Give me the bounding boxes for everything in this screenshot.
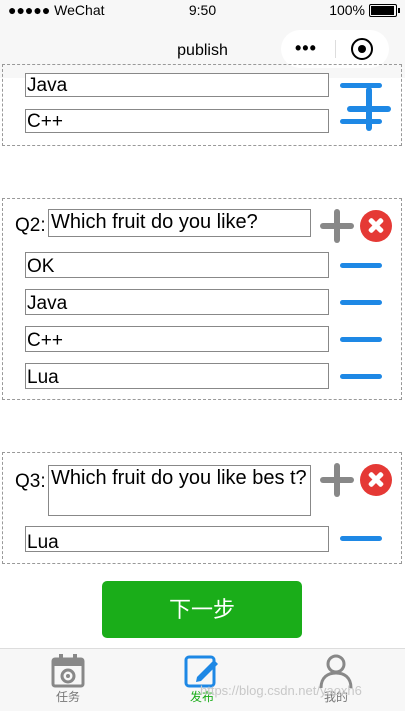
calendar-gear-icon (51, 654, 85, 688)
add-option-icon[interactable] (320, 463, 354, 497)
delete-question-icon[interactable] (360, 210, 392, 242)
question-card-2: Q2: Which fruit do you like? OK Java C++… (2, 198, 402, 400)
question-number: Q2: (15, 215, 46, 236)
option-input[interactable]: C++ (25, 109, 329, 133)
option-input[interactable]: OK (25, 252, 329, 278)
remove-option-icon[interactable] (340, 300, 382, 305)
question-number: Q3: (15, 471, 46, 492)
mini-program-capsule: ••• (281, 30, 389, 68)
add-option-icon[interactable] (320, 209, 354, 243)
battery-icon (369, 4, 400, 17)
remove-option-icon[interactable] (340, 374, 382, 379)
battery-percent: 100% (329, 2, 365, 18)
remove-option-icon[interactable] (340, 536, 382, 541)
watermark: https://blog.csdn.net/yaoxh6 (200, 683, 362, 698)
add-question-icon[interactable] (347, 87, 391, 131)
delete-question-icon[interactable] (360, 464, 392, 496)
capsule-divider (335, 40, 336, 58)
question-input[interactable]: Which fruit do you like? (48, 209, 311, 237)
option-input[interactable]: C++ (25, 326, 329, 352)
question-card-1: Java C++ (2, 64, 402, 146)
more-menu-icon[interactable]: ••• (295, 38, 317, 59)
remove-option-icon[interactable] (340, 337, 382, 342)
option-input[interactable]: Lua (25, 363, 329, 389)
tab-label: 任务 (55, 690, 80, 704)
close-mini-program-icon[interactable] (351, 38, 373, 60)
tab-bar: 任务 发布 我的 (0, 648, 405, 711)
option-input[interactable]: Lua (25, 526, 329, 552)
option-input[interactable]: Java (25, 73, 329, 97)
question-card-3: Q3: Which fruit do you like bes t? Lua (2, 452, 402, 564)
status-bar: ●●●●● WeChat 9:50 100% (0, 0, 405, 22)
question-input[interactable]: Which fruit do you like bes t? (48, 465, 311, 516)
remove-option-icon[interactable] (340, 263, 382, 268)
option-input[interactable]: Java (25, 289, 329, 315)
next-step-button[interactable]: 下一步 (102, 581, 302, 638)
